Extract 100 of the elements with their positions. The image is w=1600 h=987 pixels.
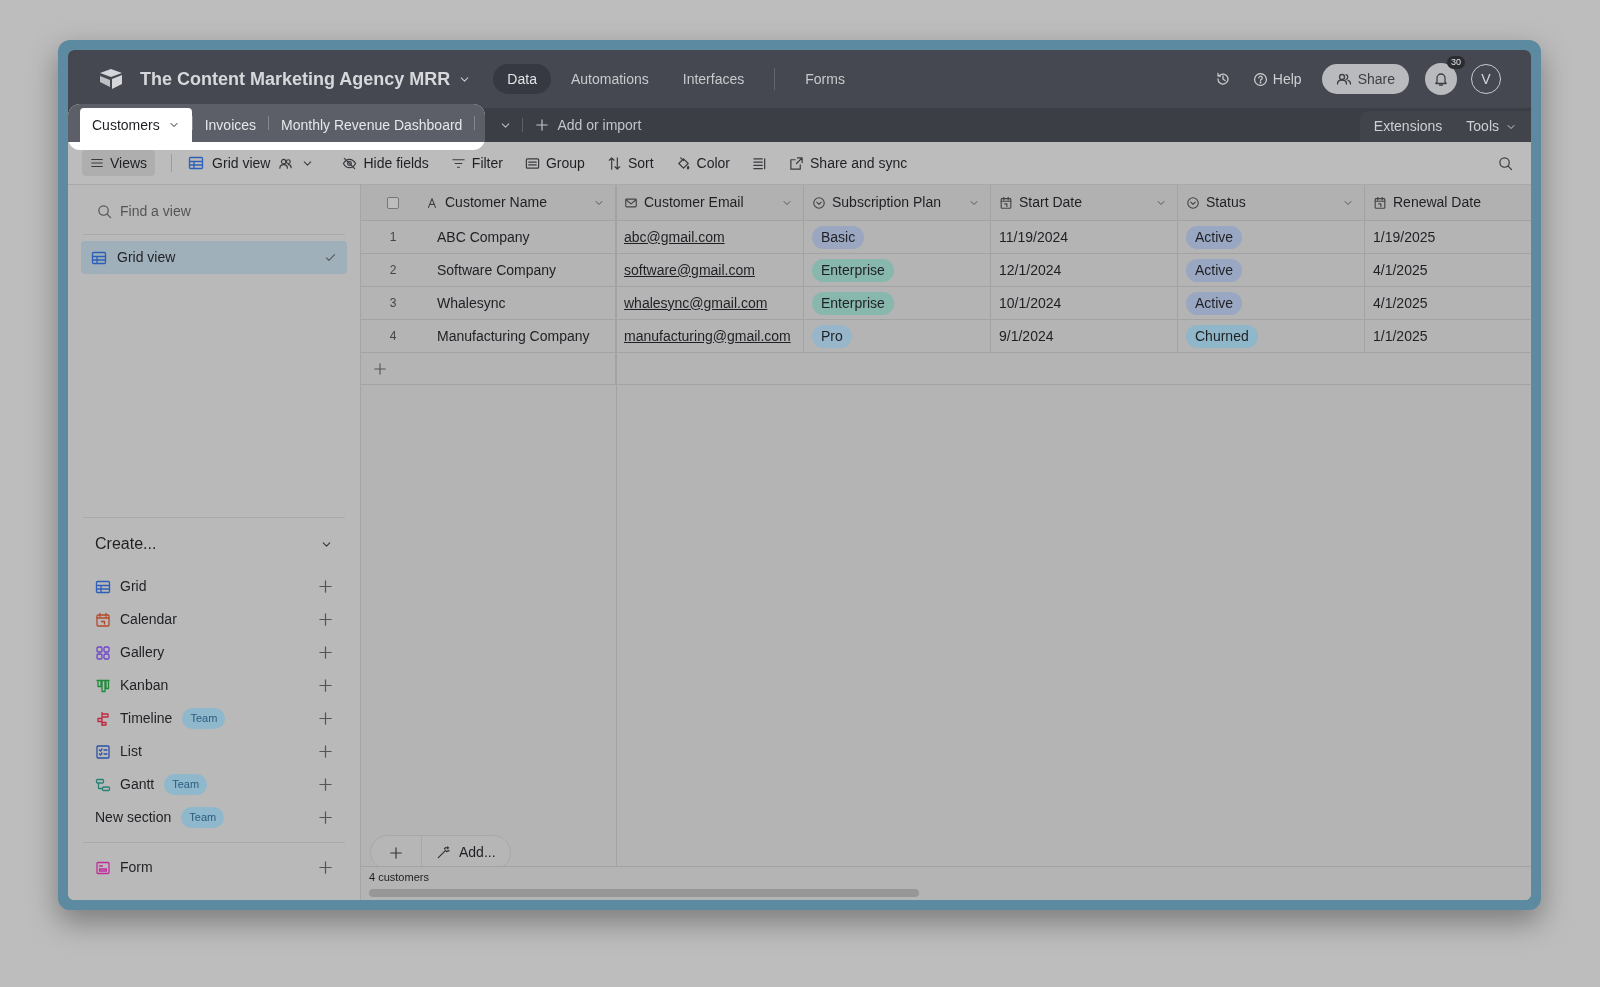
kanban-icon — [95, 677, 111, 694]
list-icon — [95, 743, 111, 760]
plus-icon[interactable] — [318, 612, 333, 627]
history-icon[interactable] — [1214, 71, 1231, 87]
plus-icon[interactable] — [318, 711, 333, 726]
create-heading: Create... — [95, 534, 157, 554]
form-icon — [95, 859, 111, 876]
grid-icon — [188, 155, 205, 171]
calendar-icon — [999, 195, 1013, 210]
table-cell-text: ABC Company — [436, 227, 530, 247]
create-view-option[interactable]: Gantt — [120, 774, 155, 795]
create-view-option[interactable]: New section — [95, 807, 172, 828]
search-icon[interactable] — [1498, 155, 1513, 171]
views-button[interactable]: Views — [82, 150, 156, 176]
plus-icon[interactable] — [318, 810, 333, 825]
toolbar-button[interactable]: Group — [516, 150, 593, 176]
table-cell-text: 1/1/2025 — [1373, 326, 1428, 346]
table-cell-text: 1/19/2025 — [1373, 227, 1436, 247]
column-header[interactable]: Customer Email — [624, 192, 793, 213]
table-tab[interactable]: Invoices — [192, 108, 269, 142]
column-header[interactable]: Subscription Plan — [812, 192, 980, 213]
add-or-import-button[interactable]: Add or import — [535, 114, 642, 136]
gantt-icon — [95, 776, 111, 793]
email-link[interactable]: whalesync@gmail.com — [624, 292, 768, 314]
select-all-checkbox[interactable] — [387, 196, 399, 209]
plus-icon[interactable] — [373, 361, 387, 376]
nav-tab[interactable]: Data — [493, 64, 551, 94]
create-view-option[interactable]: Timeline — [120, 708, 173, 729]
plan-badge: Team — [181, 807, 225, 828]
nav-tab[interactable]: Interfaces — [668, 64, 759, 94]
calendar-icon — [1373, 195, 1387, 210]
plan-badge: Team — [164, 774, 208, 795]
record-count: 4 customers — [369, 870, 430, 883]
people-icon — [1335, 71, 1352, 87]
list-box-icon — [524, 155, 540, 171]
eye-slash-icon — [342, 155, 358, 171]
nav-tab[interactable]: Forms — [791, 64, 859, 94]
table-cell-text: 4/1/2025 — [1373, 293, 1428, 313]
nav-tab[interactable]: Automations — [556, 64, 663, 94]
column-header[interactable]: Start Date — [999, 192, 1167, 213]
extensions-button[interactable]: Extensions — [1373, 116, 1443, 137]
create-view-option[interactable]: Grid — [120, 576, 147, 597]
row-number: 3 — [389, 295, 397, 312]
share-button[interactable]: Share — [1321, 64, 1409, 94]
row-number: 1 — [389, 229, 397, 246]
create-view-option[interactable]: List — [120, 741, 142, 762]
table-cell-text: 9/1/2024 — [999, 326, 1054, 346]
view-switcher[interactable]: Grid view — [188, 152, 315, 174]
row-height-icon[interactable] — [752, 155, 768, 171]
plus-icon[interactable] — [318, 744, 333, 759]
create-view-option[interactable]: Gallery — [120, 642, 165, 663]
toolbar-button[interactable]: Share and sync — [781, 150, 916, 176]
table-cell-text: 10/1/2024 — [999, 293, 1062, 313]
plus-icon[interactable] — [318, 777, 333, 792]
sort-icon — [606, 155, 622, 171]
timeline-icon — [95, 710, 111, 727]
row-number: 4 — [389, 328, 397, 345]
email-link[interactable]: manufacturing@gmail.com — [624, 325, 791, 347]
magic-wand-icon — [436, 845, 451, 860]
create-view-option[interactable]: Kanban — [120, 675, 169, 696]
notifications-button[interactable] — [1425, 63, 1457, 95]
column-header[interactable]: Renewal Date — [1373, 192, 1531, 213]
plus-icon[interactable] — [318, 860, 333, 875]
grid-icon — [95, 578, 111, 595]
column-header[interactable]: Status — [1186, 192, 1354, 213]
table-cell-text: 11/19/2024 — [999, 227, 1069, 247]
envelope-icon — [624, 195, 638, 210]
table-tab[interactable]: Customers — [80, 108, 192, 142]
bell-icon — [1433, 71, 1449, 87]
tools-button[interactable]: Tools — [1466, 116, 1517, 137]
table-cell-text: 4/1/2025 — [1373, 260, 1428, 280]
base-title[interactable]: The Content Marketing Agency MRR — [140, 65, 451, 93]
plus-icon — [535, 118, 550, 132]
plus-icon[interactable] — [318, 579, 333, 594]
menu-icon — [90, 156, 104, 170]
email-link[interactable]: software@gmail.com — [624, 259, 755, 281]
column-header[interactable]: Customer Name — [425, 192, 605, 213]
plus-icon[interactable] — [318, 678, 333, 693]
toolbar-button[interactable]: Color — [667, 150, 739, 176]
text-type-icon — [425, 195, 439, 210]
calendar-icon — [95, 611, 111, 628]
logo-icon[interactable] — [98, 68, 124, 90]
select-tag: Active — [1186, 291, 1243, 315]
circle-chevron-icon — [812, 195, 826, 210]
create-view-option[interactable]: Calendar — [120, 609, 177, 630]
help-button[interactable]: Help — [1252, 68, 1302, 90]
create-view-option[interactable]: Form — [120, 857, 153, 878]
table-tab[interactable]: Monthly Revenue Dashboard — [269, 108, 475, 142]
toolbar-button[interactable]: Hide fields — [334, 150, 437, 176]
paint-bucket-icon — [675, 155, 691, 171]
view-item[interactable]: Grid view — [81, 241, 347, 274]
email-link[interactable]: abc@gmail.com — [624, 226, 725, 248]
table-cell-text: 12/1/2024 — [999, 260, 1062, 280]
find-view-field[interactable]: Find a view — [120, 201, 331, 222]
check-icon — [324, 251, 337, 264]
scrollbar[interactable] — [369, 889, 919, 897]
search-icon — [97, 204, 112, 219]
plus-icon[interactable] — [318, 645, 333, 660]
toolbar-button[interactable]: Sort — [598, 150, 662, 176]
toolbar-button[interactable]: Filter — [442, 150, 511, 176]
